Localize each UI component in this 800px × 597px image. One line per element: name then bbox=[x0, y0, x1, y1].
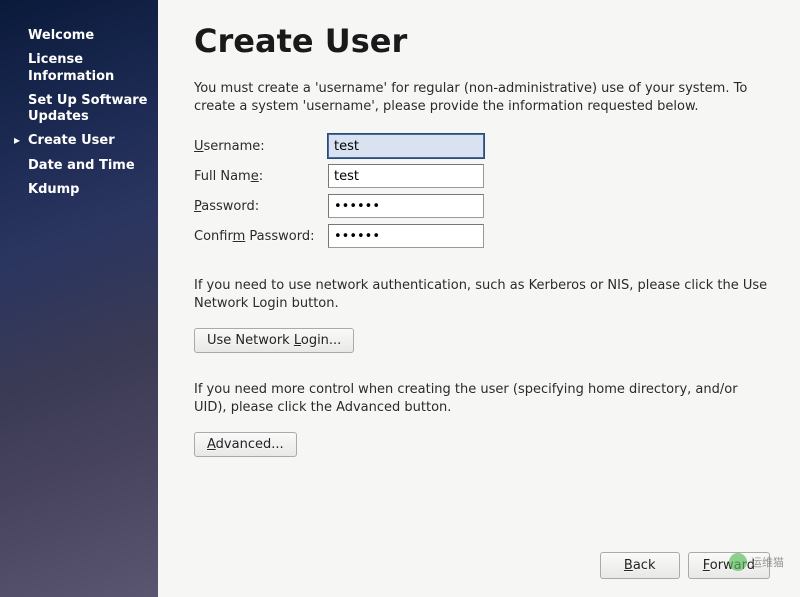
advanced-info: If you need more control when creating t… bbox=[194, 381, 770, 416]
password-input[interactable] bbox=[328, 194, 484, 218]
username-label: Username: bbox=[194, 131, 328, 161]
sidebar-item-kdump[interactable]: Kdump bbox=[14, 182, 148, 198]
confirm-password-label: Confirm Password: bbox=[194, 221, 328, 251]
back-button[interactable]: Back bbox=[600, 552, 680, 579]
sidebar-item-license[interactable]: License Information bbox=[14, 52, 148, 85]
user-form: Username: Full Name: Password: Confirm P… bbox=[194, 131, 770, 251]
username-input[interactable] bbox=[328, 134, 484, 158]
network-auth-info: If you need to use network authenticatio… bbox=[194, 277, 770, 312]
sidebar-item-software-updates[interactable]: Set Up Software Updates bbox=[14, 93, 148, 126]
page-title: Create User bbox=[194, 22, 770, 60]
sidebar-item-create-user[interactable]: Create User bbox=[14, 133, 148, 149]
confirm-password-input[interactable] bbox=[328, 224, 484, 248]
footer-buttons: Back Forward bbox=[194, 552, 770, 583]
sidebar: Welcome License Information Set Up Softw… bbox=[0, 0, 158, 597]
sidebar-item-date-time[interactable]: Date and Time bbox=[14, 158, 148, 174]
use-network-login-button[interactable]: Use Network Login... bbox=[194, 328, 354, 353]
main-content: Create User You must create a 'username'… bbox=[158, 0, 800, 597]
password-label: Password: bbox=[194, 191, 328, 221]
sidebar-item-welcome[interactable]: Welcome bbox=[14, 28, 148, 44]
forward-button[interactable]: Forward bbox=[688, 552, 770, 579]
advanced-button[interactable]: Advanced... bbox=[194, 432, 297, 457]
fullname-input[interactable] bbox=[328, 164, 484, 188]
intro-text: You must create a 'username' for regular… bbox=[194, 80, 770, 115]
fullname-label: Full Name: bbox=[194, 161, 328, 191]
